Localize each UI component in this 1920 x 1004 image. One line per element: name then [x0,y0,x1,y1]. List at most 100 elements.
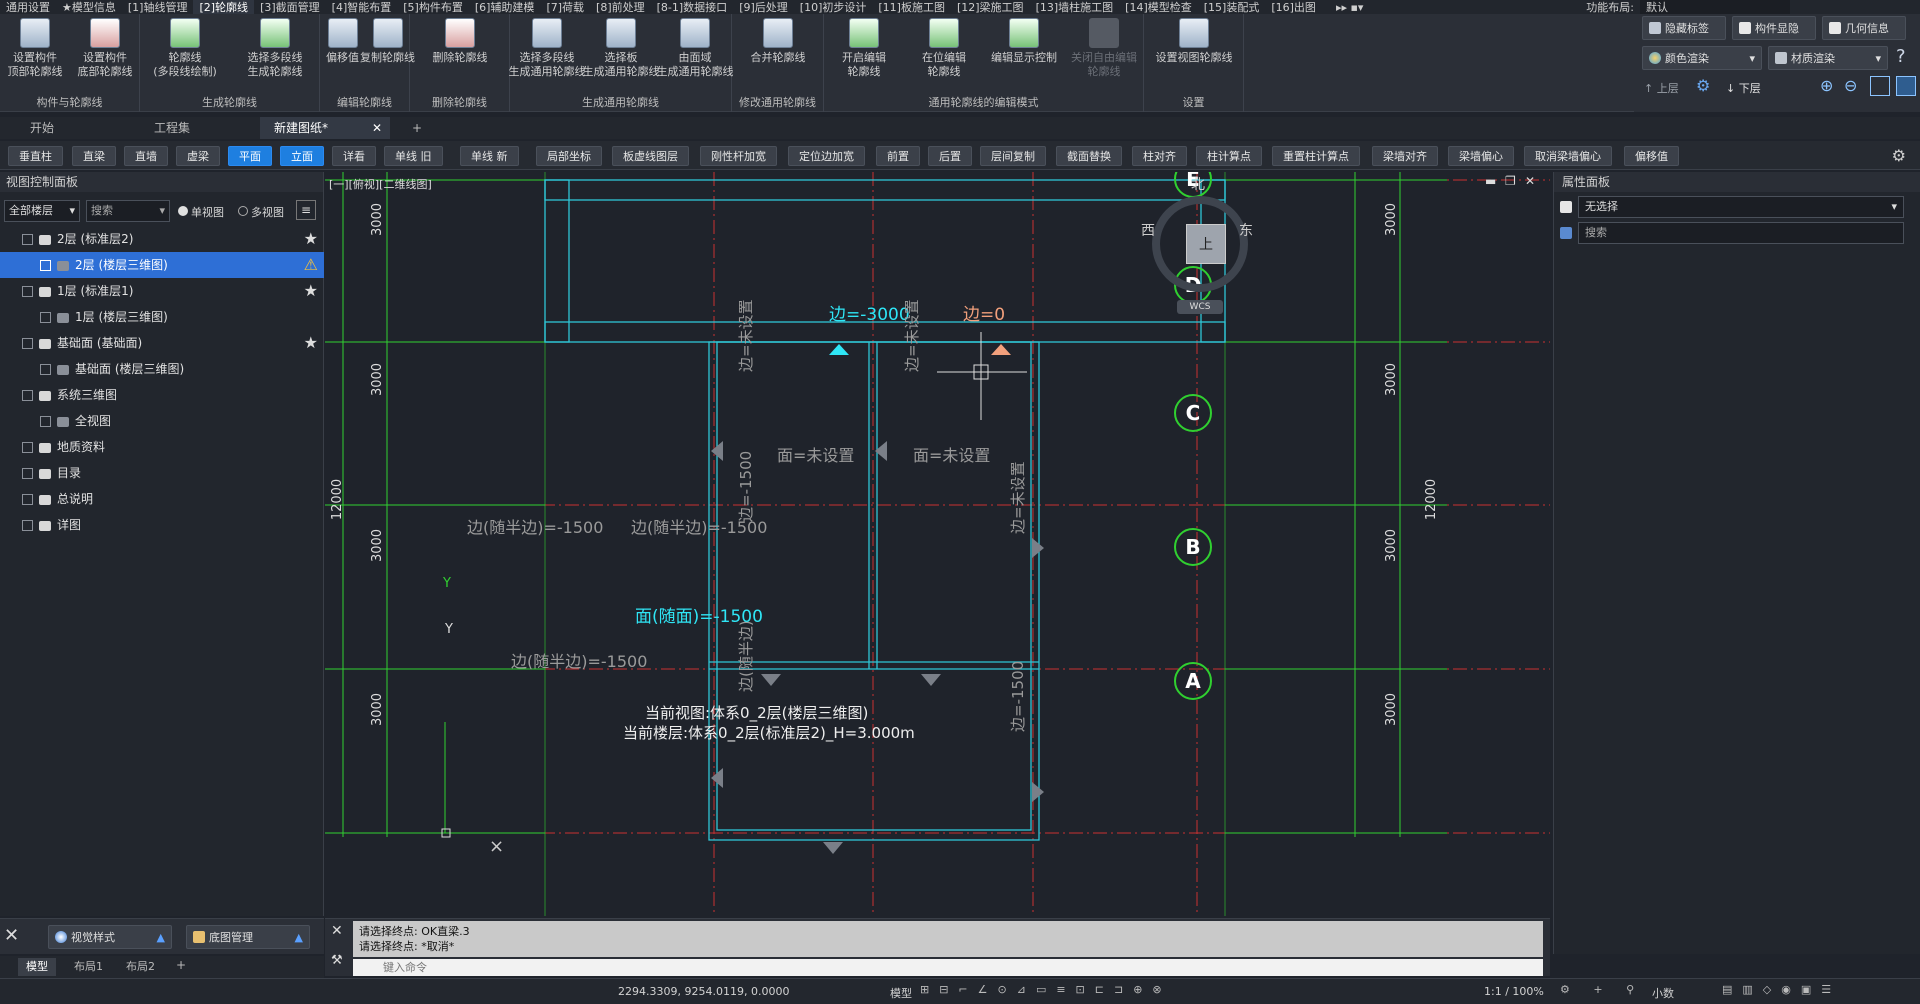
menu-item[interactable]: [9]后处理 [733,0,794,14]
visual-style-button[interactable]: 视觉样式 ▲ [48,925,172,949]
document-tab[interactable]: 工程集 [140,117,204,139]
status-gear-icon[interactable]: ⚙ + ⚲ [1560,983,1644,996]
layout-tab[interactable]: 布局1 [66,958,111,976]
help-icon[interactable]: ? [1896,46,1916,70]
zoom-extents-icon[interactable] [1870,76,1890,96]
ribbon-button[interactable]: 开启编辑 轮廓线 [825,18,903,79]
floor-select[interactable]: 全部楼层 ▾ [4,200,80,222]
quick-tool-button[interactable]: 梁墙偏心 [1448,146,1514,166]
checkbox-icon[interactable] [40,260,51,271]
menu-icon[interactable]: ≡ [296,200,316,220]
checkbox-icon[interactable] [22,494,33,505]
quick-tool-button[interactable]: 定位边加宽 [788,146,865,166]
geometry-info-button[interactable]: 几何信息 [1822,16,1906,40]
material-render-dropdown[interactable]: 材质渲染 ▾ [1768,46,1888,70]
command-input[interactable]: 键入命令 [353,959,1543,976]
checkbox-icon[interactable] [40,312,51,323]
quick-tool-button[interactable]: 截面替换 [1056,146,1122,166]
tree-item[interactable]: 1层 (楼层三维图) [0,304,324,330]
single-view-radio[interactable]: 单视图 [178,204,224,220]
tree-item[interactable]: 详图 [0,512,324,538]
multi-view-radio[interactable]: 多视图 [238,204,284,220]
layout-select[interactable]: 默认 [1640,0,1790,14]
menu-item[interactable]: [8]前处理 [590,0,651,14]
quick-tool-button[interactable]: 直梁 [72,146,116,166]
tree-item[interactable]: 基础面 (楼层三维图) [0,356,324,382]
quick-tool-button[interactable]: 重置柱计算点 [1272,146,1360,166]
wrench-icon[interactable]: ⚒ [331,953,343,968]
ribbon-button[interactable]: 选择多段线 生成通用轮廓线 [508,18,586,79]
ribbon-button[interactable]: 设置视图轮廓线 [1155,18,1233,65]
star-icon[interactable]: ★ [304,278,318,304]
tree-item[interactable]: 全视图 [0,408,324,434]
tree-item[interactable]: 2层 (楼层三维图) ⚠ [0,252,324,278]
quick-tool-button[interactable]: 刚性杆加宽 [700,146,777,166]
quick-tool-button[interactable]: 后置 [928,146,972,166]
checkbox-icon[interactable] [22,286,33,297]
menu-item[interactable]: [11]板施工图 [872,0,951,14]
quick-tool-button[interactable]: 直墙 [124,146,168,166]
ribbon-button[interactable]: 删除轮廓线 [421,18,499,65]
tree-item[interactable]: 基础面 (基础面) ★ [0,330,324,356]
menu-item[interactable]: [2]轮廓线 [193,0,255,14]
ribbon-button[interactable]: 编辑显示控制 [985,18,1063,65]
tools-icon[interactable]: ✕ [4,925,32,949]
zoom-window-icon[interactable] [1896,76,1916,96]
checkbox-icon[interactable] [22,234,33,245]
close-icon[interactable]: ✕ [331,923,343,939]
menu-item[interactable]: [10]初步设计 [794,0,873,14]
axis-bubble-a[interactable]: A [1174,662,1212,700]
ribbon-button[interactable]: 设置构件 顶部轮廓线 [0,18,74,79]
quick-tool-button[interactable]: 偏移值 [1624,146,1679,166]
menu-item[interactable]: [7]荷载 [540,0,590,14]
ribbon-button[interactable]: 设置构件 底部轮廓线 [66,18,144,79]
quick-tool-button[interactable]: 详看 [332,146,376,166]
ribbon-button[interactable]: 在位编辑 轮廓线 [905,18,983,79]
menu-item[interactable]: [4]智能布置 [326,0,398,14]
compass-west[interactable]: 西 [1141,220,1155,240]
toolbar-settings-icon[interactable]: ⚙ [1892,146,1906,165]
tree-item[interactable]: 目录 [0,460,324,486]
status-right-icons[interactable]: ▤▥◇◉▣☰ [1722,983,1841,996]
menu-item[interactable]: [1]轴线管理 [122,0,194,14]
scale-selector[interactable]: 1:1 / 100% [1484,985,1544,998]
model-space-toggle[interactable]: 模型 [890,985,912,1001]
menu-item[interactable]: [14]模型检查 [1119,0,1198,14]
wcs-dropdown[interactable]: WCS [1177,300,1223,314]
checkbox-icon[interactable] [22,520,33,531]
tree-item[interactable]: 1层 (标准层1) ★ [0,278,324,304]
document-tab[interactable]: 开始 [16,117,68,139]
menu-item[interactable]: 通用设置 [0,0,56,14]
quick-tool-button[interactable]: 取消梁墙偏心 [1524,146,1612,166]
quick-tool-button[interactable]: 前置 [876,146,920,166]
ribbon-button[interactable]: 关闭自由编辑 轮廓线 [1065,18,1143,79]
quick-tool-button[interactable]: 单线 旧 [384,146,443,166]
quick-tool-button[interactable]: 单线 新 [460,146,519,166]
axis-bubble-c[interactable]: C [1174,394,1212,432]
canvas-close-icon[interactable]: ✕ [1525,174,1535,188]
view-compass[interactable]: 上 [1152,196,1248,292]
ribbon-button[interactable]: 由面域 生成通用轮廓线 [656,18,734,79]
quick-tool-button[interactable]: 虚梁 [176,146,220,166]
base-map-button[interactable]: 底图管理 ▲ [186,925,310,949]
canvas-minimize-icon[interactable]: ▬ [1485,174,1496,188]
unit-format-selector[interactable]: 小数 [1652,985,1674,1001]
hide-label-button[interactable]: 隐藏标签 [1642,16,1726,40]
axis-bubble-b[interactable]: B [1174,528,1212,566]
view-label[interactable]: [一][俯视][二维线图] [329,176,432,192]
menu-item[interactable]: [6]辅助建模 [469,0,541,14]
tree-item[interactable]: 地质资料 [0,434,324,460]
menu-item[interactable]: ★模型信息 [56,0,122,14]
checkbox-icon[interactable] [22,338,33,349]
star-icon[interactable]: ★ [304,226,318,252]
snap-toolbar-icons[interactable]: ⊞⊟⌐∠⊙⊿▭≡⊡⊏⊐⊕⊗ [920,983,1172,996]
layout-tab[interactable]: 布局2 [118,958,163,976]
zoom-out-icon[interactable]: ⊖ [1844,76,1864,96]
menu-item[interactable]: [12]梁施工图 [951,0,1030,14]
document-tab[interactable]: 新建图纸* ✕ [260,117,390,139]
up-floor-button[interactable]: ↑ 上层 [1644,80,1679,96]
more-icon[interactable]: ▸▸ ▪▾ [1330,1,1370,14]
ribbon-button[interactable]: 选择板 生成通用轮廓线 [582,18,660,79]
menu-item[interactable]: [13]墙柱施工图 [1030,0,1120,14]
quick-tool-button[interactable]: 柱对齐 [1132,146,1187,166]
